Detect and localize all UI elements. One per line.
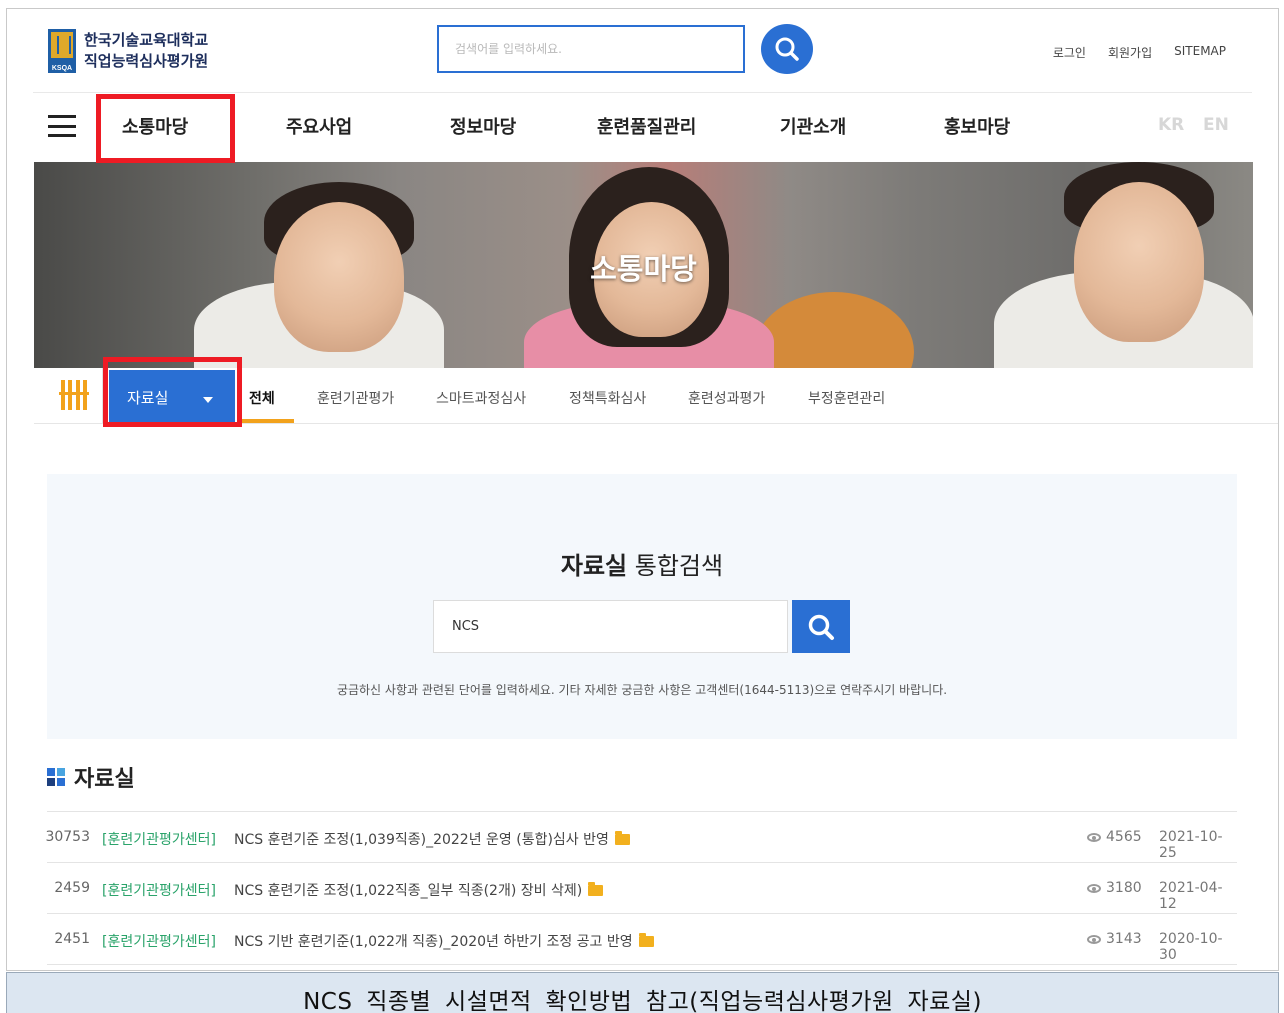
tab-smart-course-review[interactable]: 스마트과정심사 [436,388,526,408]
list-item[interactable]: 2459 [훈련기관평가센터] NCS 훈련기준 조정(1,022직종_일부 직… [47,863,1237,914]
list-heading-text: 자료실 [74,767,135,792]
post-list: 30753 [훈련기관평가센터] NCS 훈련기준 조정(1,039직종)_20… [45,811,1237,965]
post-date: 2021-04-12 [1159,880,1223,912]
tab-policy-special-review[interactable]: 정책특화심사 [569,388,646,408]
sub-logo-icon [59,380,89,410]
search-icon [808,614,834,640]
banner-title: 소통마당 [590,252,697,286]
list-item[interactable]: 30753 [훈련기관평가센터] NCS 훈련기준 조정(1,039직종)_20… [45,812,1237,863]
folder-icon [588,881,604,896]
gnb-item-promotion[interactable]: 홍보마당 [944,113,1010,139]
logo-line-2: 직업능력심사평가원 [84,52,209,70]
gnb-item-information[interactable]: 정보마당 [450,113,516,139]
grid-icon [47,768,65,786]
post-number: 30753 [45,829,90,845]
post-number: 2451 [54,931,90,947]
tab-all[interactable]: 전체 [249,388,275,408]
post-views: 4565 [1087,829,1142,845]
list-heading: 자료실 [47,761,135,793]
post-category: [훈련기관평가센터] [102,934,216,950]
post-views: 3180 [1087,880,1142,896]
tab-institution-evaluation[interactable]: 훈련기관평가 [317,388,394,408]
list-item[interactable]: 2451 [훈련기관평가센터] NCS 기반 훈련기준(1,022개 직종)_2… [47,914,1237,965]
post-views: 3143 [1087,931,1142,947]
tab-fraud-management[interactable]: 부정훈련관리 [808,388,885,408]
header-search-button[interactable] [761,24,813,74]
logo-emblem-icon: KSQA [48,29,76,73]
integrated-search-button[interactable] [792,600,850,653]
folder-icon [614,830,630,845]
gnb-item-about[interactable]: 기관소개 [780,113,846,139]
search-help-text: 궁금하신 사항과 관련된 단어를 입력하세요. 기타 자세한 궁금한 사항은 고… [336,683,948,697]
gnb-item-training-quality[interactable]: 훈련품질관리 [597,113,696,139]
logo-line-1: 한국기술교육대학교 [84,31,209,49]
post-date: 2020-10-30 [1159,931,1223,963]
highlight-box-gnb [96,94,235,163]
browser-screenshot-frame: KSQA 한국기술교육대학교 직업능력심사평가원 검색어를 입력하세요. 로그인… [6,8,1279,971]
folder-icon [638,932,654,947]
post-title[interactable]: NCS 훈련기준 조정(1,039직종)_2022년 운영 (통합)심사 반영 [234,829,630,849]
logo-text: 한국기술교육대학교 직업능력심사평가원 [84,30,208,72]
eye-icon [1087,934,1101,944]
lang-kr-link[interactable]: KR [1158,115,1184,135]
eye-icon [1087,832,1101,842]
post-title[interactable]: NCS 기반 훈련기준(1,022개 직종)_2020년 하반기 조정 공고 반… [234,931,654,951]
post-category: [훈련기관평가센터] [102,883,216,899]
search-icon [775,37,799,61]
sitemap-link[interactable]: SITEMAP [1174,44,1226,61]
header-search-input[interactable]: 검색어를 입력하세요. [437,25,745,73]
post-number: 2459 [54,880,90,896]
post-title[interactable]: NCS 훈련기준 조정(1,022직종_일부 직종(2개) 장비 삭제) [234,880,604,900]
panel-title: 자료실 통합검색 [560,552,724,580]
utility-links: 로그인 회원가입 SITEMAP [1053,44,1226,61]
lang-en-link[interactable]: EN [1203,115,1229,135]
figure-caption: NCS 직종별 시설면적 확인방법 참고(직업능력심사평가원 자료실) [6,972,1279,1013]
hero-banner: 소통마당 [34,162,1253,368]
post-category: [훈련기관평가센터] [102,832,216,848]
login-link[interactable]: 로그인 [1053,44,1086,61]
integrated-search-input[interactable]: NCS [433,600,788,653]
tab-training-outcome-evaluation[interactable]: 훈련성과평가 [688,388,765,408]
site-logo[interactable]: KSQA 한국기술교육대학교 직업능력심사평가원 [48,29,208,73]
gnb-item-main-business[interactable]: 주요사업 [286,113,352,139]
integrated-search-panel: 자료실 통합검색 NCS 궁금하신 사항과 관련된 단어를 입력하세요. 기타 … [47,474,1237,739]
hamburger-menu-icon[interactable] [48,115,76,137]
eye-icon [1087,883,1101,893]
gnb-divider [33,92,1252,93]
post-date: 2021-10-25 [1159,829,1223,861]
highlight-box-subnav [103,357,242,427]
signup-link[interactable]: 회원가입 [1108,44,1152,61]
